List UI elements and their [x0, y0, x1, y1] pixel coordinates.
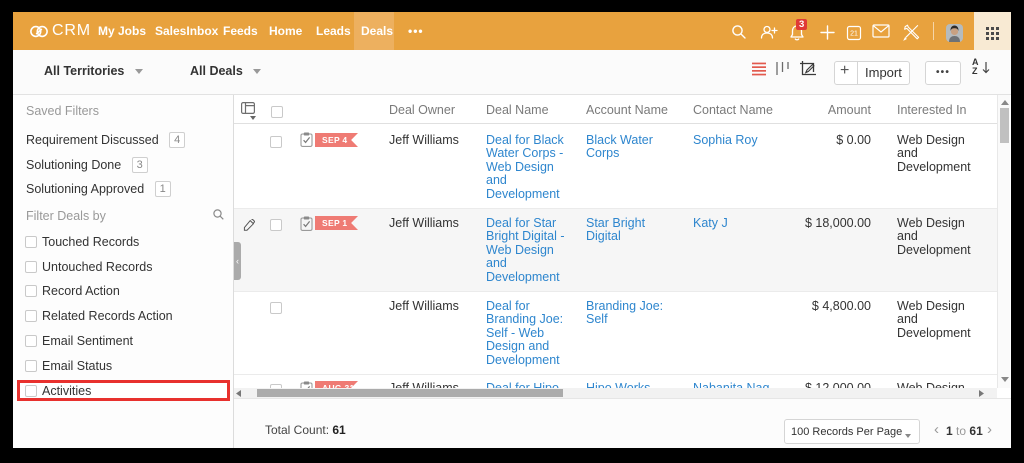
svg-text:21: 21	[850, 31, 858, 38]
